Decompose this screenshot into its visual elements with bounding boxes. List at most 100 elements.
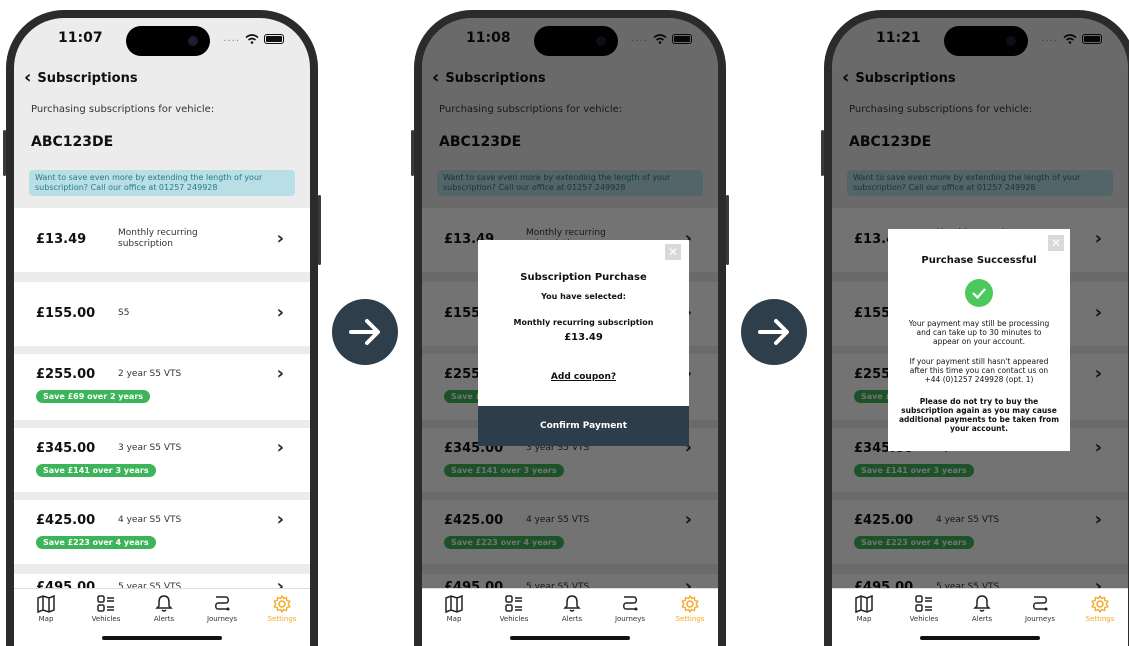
promo-line: subscription? Call our office at 01257 2… [35, 183, 218, 192]
chevron-right-icon[interactable]: › [277, 228, 284, 249]
savings-badge: Save £223 over 4 years [36, 536, 156, 549]
subscription-description: 2 year S5 VTS [118, 369, 181, 380]
tab-label: Journeys [206, 615, 238, 623]
phone-screen: 11:08....‹SubscriptionsPurchasing subscr… [422, 18, 718, 646]
tab-label: Map [38, 615, 54, 623]
phone-frame: 11:21....‹SubscriptionsPurchasing subscr… [821, 10, 1129, 646]
message-line: after this time you can contact us on [909, 366, 1049, 375]
subscription-option[interactable]: £495.005 year S5 VTS› [14, 574, 310, 588]
map-icon [426, 595, 482, 613]
chevron-right-icon[interactable]: › [277, 363, 284, 384]
tab-label: Alerts [153, 615, 175, 623]
confirm-payment-button[interactable]: Confirm Payment [478, 406, 689, 446]
description-line: 2 year S5 VTS [118, 369, 182, 379]
message-line: and can take up to 30 minutes to [916, 328, 1042, 337]
purchase-modal: ✕ Subscription Purchase You have selected:… [478, 240, 689, 446]
tab-label: Vehicles [909, 615, 939, 623]
tab-label: Settings [1085, 615, 1115, 623]
description-line: 4 year S5 VTS [118, 515, 182, 525]
home-indicator [920, 636, 1040, 640]
selected-item: Monthly recurring subscription [513, 318, 654, 327]
journeys-icon [602, 595, 658, 613]
tab-vehicles[interactable]: Vehicles [896, 595, 952, 623]
chevron-right-icon[interactable]: › [277, 576, 284, 588]
battery-icon [264, 33, 284, 44]
add-coupon-link[interactable]: Add coupon? [478, 372, 689, 382]
tab-label: Alerts [971, 615, 993, 623]
alerts-icon [954, 595, 1010, 613]
subscription-option[interactable]: £13.49 Monthly recurringsubscription › [14, 208, 310, 272]
tab-label: Vehicles [91, 615, 121, 623]
description-line: 3 year S5 VTS [118, 443, 182, 453]
status-bar: 11:07.... [14, 18, 310, 70]
tab-label: Vehicles [499, 615, 529, 623]
subscription-description: 3 year S5 VTS [118, 443, 181, 454]
subscription-option[interactable]: £155.00 S5 › [14, 282, 310, 346]
map-icon [18, 595, 74, 613]
flow-arrow-icon [741, 299, 807, 365]
subscription-option[interactable]: £345.00 3 year S5 VTS › Save £141 over 3 ye… [14, 428, 310, 492]
subscription-option[interactable]: £255.00 2 year S5 VTS › Save £69 over 2 yea… [14, 354, 310, 420]
chevron-right-icon[interactable]: › [277, 437, 284, 458]
tab-journeys[interactable]: Journeys [1012, 595, 1068, 623]
modal-title: Purchase Successful [921, 255, 1037, 266]
tab-label: Alerts [561, 615, 583, 623]
status-icons: .... [223, 33, 284, 44]
savings-badge: Save £69 over 2 years [36, 390, 151, 403]
savings-badge: Save £141 over 3 years [36, 464, 156, 477]
message-line: +44 (0)1257 249928 (opt. 1) [924, 375, 1034, 384]
subscription-price: £425.00 [36, 513, 96, 528]
tab-map[interactable]: Map [836, 595, 892, 623]
success-message-paragraph: If your payment still hasn't appeared aft… [888, 357, 1070, 384]
settings-icon [662, 595, 718, 613]
tab-journeys[interactable]: Journeys [194, 595, 250, 623]
promo-banner: Want to save even more by extending the … [29, 170, 295, 196]
close-icon[interactable]: ✕ [665, 244, 681, 260]
signal-dots-icon: .... [223, 33, 240, 44]
journeys-icon [1012, 595, 1068, 613]
promo-line: Want to save even more by extending the … [35, 173, 263, 182]
subscription-price: £345.00 [36, 441, 96, 456]
subscription-price: £13.49 [36, 232, 87, 247]
stage: 11:07.... ‹ Subscriptions Purchasing subscr… [0, 0, 1129, 646]
tab-map[interactable]: Map [426, 595, 482, 623]
close-icon[interactable]: ✕ [1048, 235, 1064, 251]
tab-map[interactable]: Map [18, 595, 74, 623]
subscription-list: £13.49Monthly recurringsubscription›£155… [14, 200, 310, 588]
message-line: subscription again as you may cause [901, 406, 1057, 415]
tab-settings[interactable]: Settings [1072, 595, 1128, 623]
tab-vehicles[interactable]: Vehicles [486, 595, 542, 623]
chevron-right-icon[interactable]: › [277, 509, 284, 530]
purchasing-label: Purchasing subscriptions for vehicle: [31, 104, 215, 115]
tab-label: Settings [267, 615, 297, 623]
home-indicator [102, 636, 222, 640]
tab-journeys[interactable]: Journeys [602, 595, 658, 623]
description-line: subscription [118, 239, 173, 249]
tab-label: Journeys [1024, 615, 1056, 623]
subscription-option[interactable]: £425.00 4 year S5 VTS › Save £223 over 4 ye… [14, 500, 310, 564]
tab-label: Map [856, 615, 872, 623]
tab-alerts[interactable]: Alerts [136, 595, 192, 623]
status-time: 11:07 [58, 30, 103, 46]
tab-settings[interactable]: Settings [254, 595, 310, 623]
tab-alerts[interactable]: Alerts [544, 595, 600, 623]
modal-title: Subscription Purchase [520, 272, 647, 283]
alerts-icon [544, 595, 600, 613]
tab-vehicles[interactable]: Vehicles [78, 595, 134, 623]
phone-screen: 11:21....‹SubscriptionsPurchasing subscr… [832, 18, 1128, 646]
tab-alerts[interactable]: Alerts [954, 595, 1010, 623]
success-message-paragraph: Your payment may still be processing and … [888, 319, 1070, 346]
tab-label: Map [446, 615, 462, 623]
chevron-right-icon[interactable]: › [277, 302, 284, 323]
tab-settings[interactable]: Settings [662, 595, 718, 623]
settings-icon [254, 595, 310, 613]
phone-frame: 11:08....‹SubscriptionsPurchasing subscr… [411, 10, 729, 646]
message-line: If your payment still hasn't appeared [909, 357, 1049, 366]
vehicles-icon [896, 595, 952, 613]
back-chevron-icon[interactable]: ‹ [24, 69, 31, 87]
subscription-price: £155.00 [36, 306, 96, 321]
tab-label: Settings [675, 615, 705, 623]
subscription-price: £255.00 [36, 367, 96, 382]
nav-title[interactable]: Subscriptions [37, 71, 137, 86]
success-modal: ✕ Purchase Successful Your payment may sti… [888, 229, 1070, 451]
